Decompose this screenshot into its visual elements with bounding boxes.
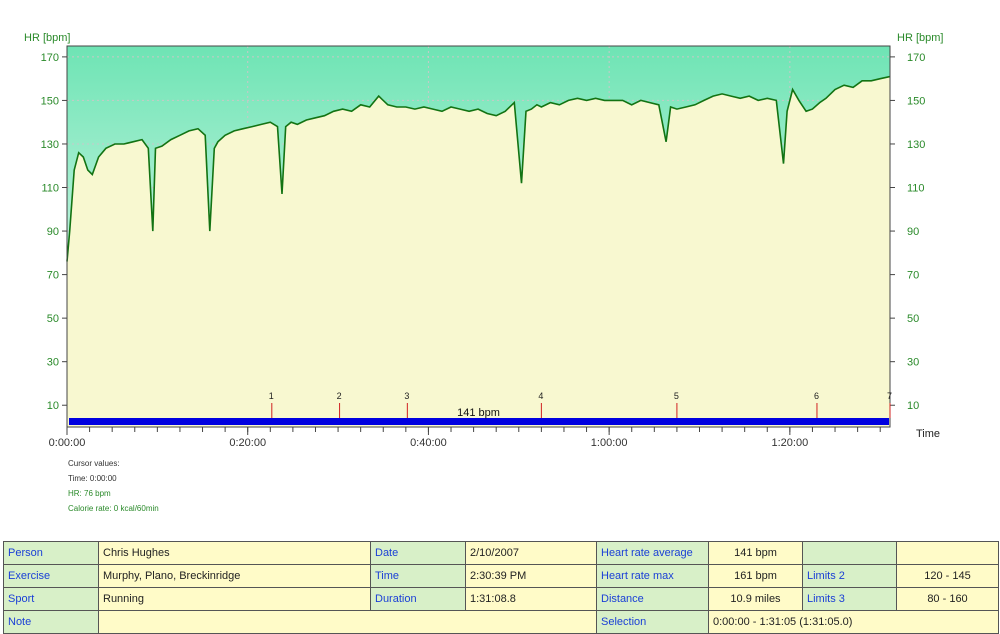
table-row: Exercise Murphy, Plano, Breckinridge Tim… <box>3 564 999 588</box>
y-tick-label: 90 <box>907 226 919 238</box>
y-tick-label: 150 <box>907 95 925 107</box>
hr-average-value[interactable]: 141 bpm <box>708 541 803 565</box>
lap-marker-label: 5 <box>674 391 679 401</box>
cursor-hr: HR: 76 bpm <box>68 489 111 498</box>
person-value[interactable]: Chris Hughes <box>98 541 371 565</box>
average-hr-bar <box>69 418 889 425</box>
hr-average-label[interactable]: Heart rate average <box>596 541 709 565</box>
limits3-label[interactable]: Limits 3 <box>802 587 897 611</box>
date-value[interactable]: 2/10/2007 <box>465 541 597 565</box>
y-tick-label: 130 <box>41 139 59 151</box>
person-label[interactable]: Person <box>3 541 99 565</box>
lap-marker-label: 2 <box>337 391 342 401</box>
y-axis-left: 10 30 50 70 90 110 130 150 170 <box>41 52 67 412</box>
lap-marker-label: 7 <box>887 391 892 401</box>
row1-extra-label <box>802 541 897 565</box>
duration-label[interactable]: Duration <box>370 587 466 611</box>
sport-label[interactable]: Sport <box>3 587 99 611</box>
note-label[interactable]: Note <box>3 610 99 634</box>
x-axis: 0:00:00 0:20:00 0:40:00 1:00:00 1:20:00 <box>49 427 881 449</box>
duration-value[interactable]: 1:31:08.8 <box>465 587 597 611</box>
average-hr-bar-label: 141 bpm <box>457 407 500 419</box>
distance-value[interactable]: 10.9 miles <box>708 587 803 611</box>
y-tick-label: 10 <box>907 400 919 412</box>
lap-marker-label: 4 <box>538 391 543 401</box>
lap-marker-label: 6 <box>814 391 819 401</box>
x-axis-title: Time <box>916 428 940 440</box>
y-tick-label: 110 <box>907 183 925 195</box>
x-tick-label: 1:20:00 <box>772 437 809 449</box>
cursor-values-panel: Cursor values: Time: 0:00:00 HR: 76 bpm … <box>68 456 159 516</box>
y-tick-label: 130 <box>907 139 925 151</box>
x-tick-label: 0:00:00 <box>49 437 86 449</box>
selection-label[interactable]: Selection <box>596 610 709 634</box>
lap-marker-label: 1 <box>269 391 274 401</box>
y-tick-label: 90 <box>47 226 59 238</box>
note-value[interactable] <box>98 610 597 634</box>
y-tick-label: 10 <box>47 400 59 412</box>
cursor-values-title: Cursor values: <box>68 459 120 468</box>
selection-value[interactable]: 0:00:00 - 1:31:05 (1:31:05.0) <box>708 610 999 634</box>
y-tick-label: 50 <box>907 313 919 325</box>
y-tick-label: 50 <box>47 313 59 325</box>
y-tick-label: 110 <box>41 183 59 195</box>
hr-max-value[interactable]: 161 bpm <box>708 564 803 588</box>
time-value[interactable]: 2:30:39 PM <box>465 564 597 588</box>
y-axis-right-title: HR [bpm] <box>897 32 943 44</box>
y-tick-label: 150 <box>41 95 59 107</box>
distance-label[interactable]: Distance <box>596 587 709 611</box>
time-label[interactable]: Time <box>370 564 466 588</box>
limits3-value[interactable]: 80 - 160 <box>896 587 999 611</box>
limits2-value[interactable]: 120 - 145 <box>896 564 999 588</box>
exercise-info-table: Person Chris Hughes Date 2/10/2007 Heart… <box>3 541 999 634</box>
row1-extra-value <box>896 541 999 565</box>
exercise-value[interactable]: Murphy, Plano, Breckinridge <box>98 564 371 588</box>
limits2-label[interactable]: Limits 2 <box>802 564 897 588</box>
y-tick-label: 70 <box>47 270 59 282</box>
table-row: Sport Running Duration 1:31:08.8 Distanc… <box>3 587 999 611</box>
table-row: Note Selection 0:00:00 - 1:31:05 (1:31:0… <box>3 610 999 634</box>
y-tick-label: 170 <box>907 52 925 64</box>
table-row: Person Chris Hughes Date 2/10/2007 Heart… <box>3 541 999 565</box>
x-tick-label: 0:40:00 <box>410 437 447 449</box>
cursor-time: Time: 0:00:00 <box>68 474 117 483</box>
hr-max-label[interactable]: Heart rate max <box>596 564 709 588</box>
x-tick-label: 1:00:00 <box>591 437 628 449</box>
y-tick-label: 70 <box>907 270 919 282</box>
sport-value[interactable]: Running <box>98 587 371 611</box>
x-tick-label: 0:20:00 <box>229 437 266 449</box>
date-label[interactable]: Date <box>370 541 466 565</box>
y-tick-label: 30 <box>907 357 919 369</box>
y-axis-right: 10 30 50 70 90 110 130 150 170 <box>890 52 925 412</box>
y-tick-label: 30 <box>47 357 59 369</box>
cursor-calorie-rate: Calorie rate: 0 kcal/60min <box>68 504 159 513</box>
y-axis-left-title: HR [bpm] <box>24 32 70 44</box>
exercise-label[interactable]: Exercise <box>3 564 99 588</box>
y-tick-label: 170 <box>41 52 59 64</box>
lap-marker-label: 3 <box>404 391 409 401</box>
